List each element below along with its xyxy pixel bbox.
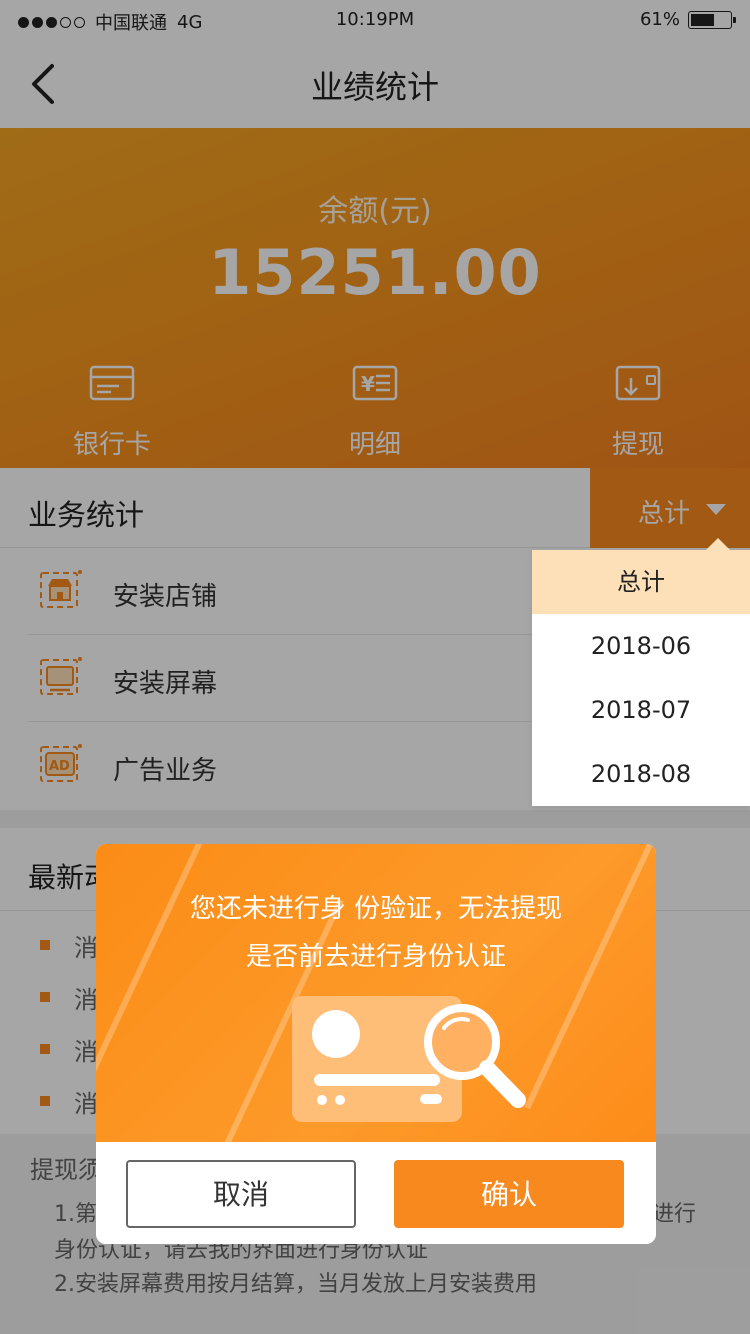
withdraw-label: 提现 [611, 430, 664, 460]
business-stats-title: 业务统计 [28, 498, 145, 532]
page-title: 业绩统计 [310, 68, 439, 106]
period-filter-label: 总计 [638, 499, 691, 529]
bank-card-label: 银行卡 [72, 430, 151, 460]
bullet-icon [40, 940, 50, 950]
bank-card-button[interactable]: 银行卡 [12, 364, 212, 461]
verify-identity-dialog: 您还未进行身 份验证，无法提现 是否前去进行身份认证 取消 确认 [96, 844, 656, 1244]
svg-text:AD: AD [49, 759, 70, 774]
dropdown-option-2018-08[interactable]: 2018-08 [532, 742, 750, 806]
screen-icon [40, 657, 82, 695]
store-icon [40, 570, 82, 608]
stats-row-label: 安装店铺 [113, 582, 218, 612]
confirm-button[interactable]: 确认 [394, 1160, 624, 1228]
withdraw-button[interactable]: 提现 [538, 364, 738, 461]
period-filter-button[interactable]: 总计 [590, 468, 750, 548]
withdraw-icon [615, 365, 661, 401]
dropdown-option-2018-07[interactable]: 2018-07 [532, 678, 750, 742]
balance-header: 余额(元) 15251.00 银行卡 ¥ 明细 提现 [0, 128, 750, 468]
dialog-banner: 您还未进行身 份验证，无法提现 是否前去进行身份认证 [96, 844, 656, 1142]
dialog-message-line1: 您还未进行身 份验证，无法提现 [189, 894, 563, 924]
nav-bar: 业绩统计 [0, 40, 750, 128]
balance-label: 余额(元) [318, 194, 432, 229]
withdraw-note-line: 2.安装屏幕费用按月结算，当月发放上月安装费用 [54, 1272, 537, 1297]
period-dropdown: 总计 2018-06 2018-07 2018-08 [532, 550, 750, 806]
bullet-icon [40, 1096, 50, 1106]
withdraw-note-line: 1.第 [54, 1202, 97, 1227]
id-card-search-icon [292, 996, 526, 1122]
stats-row-label: 广告业务 [113, 756, 218, 786]
withdraw-notes-title: 提现须 [30, 1156, 102, 1184]
dialog-message-line2: 是否前去进行身份认证 [245, 942, 506, 972]
dialog-actions: 取消 确认 [96, 1142, 656, 1244]
svg-text:¥: ¥ [361, 372, 375, 396]
caret-down-icon [706, 504, 726, 515]
stats-row-label: 安装屏幕 [113, 669, 218, 699]
dropdown-option-total[interactable]: 总计 [532, 550, 750, 614]
dropdown-pointer [706, 538, 730, 550]
business-stats-header: 业务统计 总计 [0, 468, 750, 548]
detail-button[interactable]: ¥ 明细 [275, 364, 475, 461]
dropdown-option-2018-06[interactable]: 2018-06 [532, 614, 750, 678]
cancel-button[interactable]: 取消 [126, 1160, 356, 1228]
status-bar: 中国联通 4G 10:19PM 61% [0, 0, 750, 40]
ad-icon: AD [40, 744, 82, 782]
status-time: 10:19PM [335, 9, 415, 30]
detail-label: 明细 [348, 430, 401, 460]
top-bar: 中国联通 4G 10:19PM 61% 业绩统计 [0, 0, 750, 128]
battery-percent: 61% [639, 9, 680, 30]
balance-amount: 15251.00 [208, 236, 542, 309]
detail-list-icon: ¥ [352, 365, 398, 401]
bank-card-icon [89, 365, 135, 401]
action-row: 银行卡 ¥ 明细 提现 [0, 364, 750, 464]
bullet-icon [40, 992, 50, 1002]
battery-icon [688, 10, 736, 29]
bullet-icon [40, 1044, 50, 1054]
withdraw-note-line: 进行 [652, 1202, 697, 1227]
